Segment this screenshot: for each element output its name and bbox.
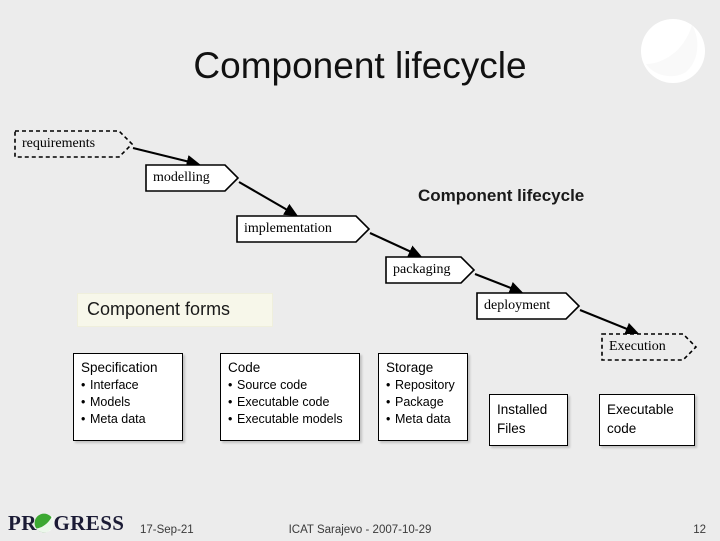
lifecycle-stage-implementation[interactable]: implementation bbox=[236, 215, 371, 243]
slide-canvas: Component lifecycle requirements modellin… bbox=[0, 0, 720, 540]
list-item: Meta data bbox=[386, 411, 461, 428]
list-item: Source code bbox=[228, 377, 353, 394]
artefact-installed-files[interactable]: Installed Files bbox=[489, 394, 568, 446]
component-form-specification-list: InterfaceModelsMeta data bbox=[81, 377, 176, 428]
page-title: Component lifecycle bbox=[193, 45, 527, 86]
arrow-requirements-to-modelling bbox=[132, 146, 201, 168]
component-form-code-list: Source codeExecutable codeExecutable mod… bbox=[228, 377, 353, 428]
artefact-executable-code[interactable]: Executable code bbox=[599, 394, 695, 446]
footer-page-number: 12 bbox=[693, 524, 706, 536]
lifecycle-stage-label: requirements bbox=[22, 136, 96, 151]
lifecycle-stage-modelling[interactable]: modelling bbox=[145, 164, 240, 192]
lifecycle-stage-packaging[interactable]: packaging bbox=[385, 256, 476, 284]
list-item: Executable models bbox=[228, 411, 353, 428]
arrow-modelling-to-implementation bbox=[238, 181, 298, 217]
component-form-storage-list: RepositoryPackageMeta data bbox=[386, 377, 461, 428]
artefact-installed-files-title: Installed Files bbox=[497, 402, 548, 436]
component-forms-heading: Component forms bbox=[77, 293, 273, 327]
lifecycle-stage-requirements[interactable]: requirements bbox=[14, 130, 134, 158]
lifecycle-section-heading: Component lifecycle bbox=[418, 186, 585, 205]
lifecycle-stage-label: Execution bbox=[609, 339, 666, 354]
list-item: Executable code bbox=[228, 394, 353, 411]
lifecycle-stage-label: implementation bbox=[244, 221, 332, 236]
artefact-executable-code-title: Executable code bbox=[607, 402, 674, 436]
arrow-implementation-to-packaging bbox=[369, 232, 423, 257]
lifecycle-stage-label: deployment bbox=[484, 298, 551, 313]
list-item: Package bbox=[386, 394, 461, 411]
component-form-specification[interactable]: Specification InterfaceModelsMeta data bbox=[73, 353, 183, 441]
lifecycle-stage-label: modelling bbox=[153, 170, 210, 185]
component-form-code-title: Code bbox=[228, 360, 261, 375]
lifecycle-stage-deployment[interactable]: deployment bbox=[476, 292, 581, 320]
component-form-code[interactable]: Code Source codeExecutable codeExecutable… bbox=[220, 353, 360, 441]
list-item: Models bbox=[81, 394, 176, 411]
component-form-storage-title: Storage bbox=[386, 360, 434, 375]
list-item: Meta data bbox=[81, 411, 176, 428]
lifecycle-stage-execution[interactable]: Execution bbox=[601, 333, 698, 361]
component-form-specification-title: Specification bbox=[81, 360, 158, 375]
list-item: Repository bbox=[386, 377, 461, 394]
arrow-packaging-to-deployment bbox=[474, 273, 524, 294]
component-form-storage[interactable]: Storage RepositoryPackageMeta data bbox=[378, 353, 468, 441]
list-item: Interface bbox=[81, 377, 176, 394]
lifecycle-stage-label: packaging bbox=[393, 262, 451, 277]
arrow-deployment-to-Execution bbox=[579, 309, 640, 335]
footer-event: ICAT Sarajevo - 2007-10-29 bbox=[288, 524, 432, 536]
